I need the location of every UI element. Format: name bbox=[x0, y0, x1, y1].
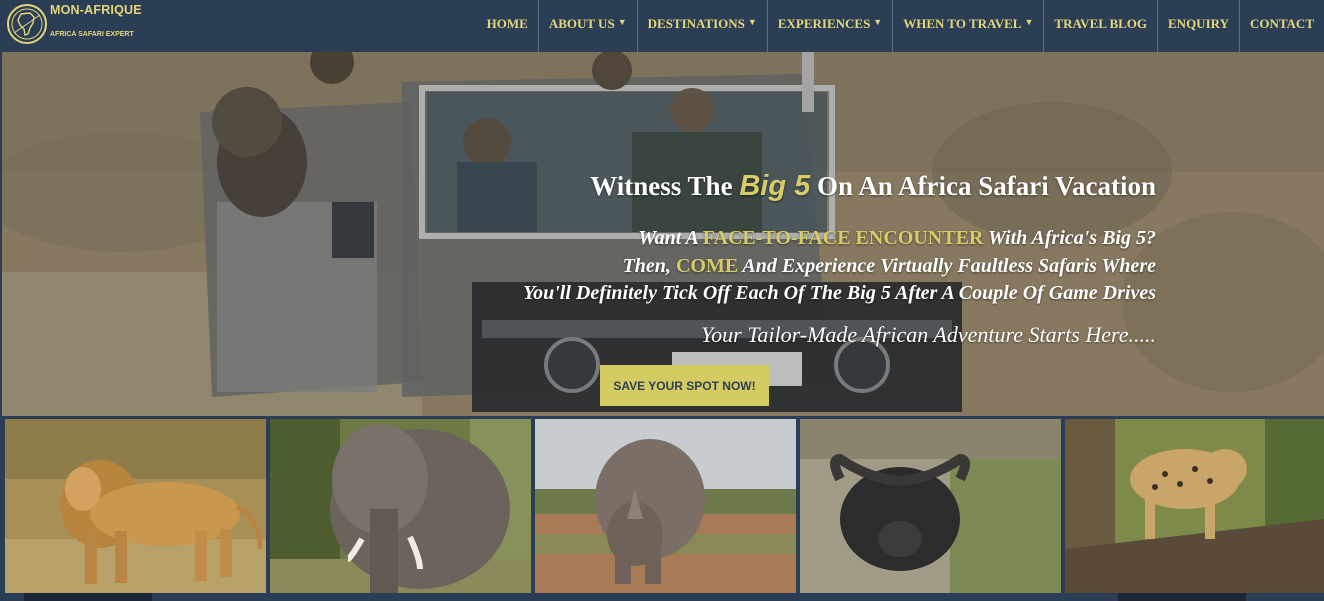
line-text: With Africa's Big 5? bbox=[983, 227, 1156, 249]
line-highlight: FACE-TO-FACE ENCOUNTER bbox=[702, 227, 984, 249]
hero-title-post: On An Africa Safari Vacation bbox=[810, 171, 1156, 201]
hero-line-1: Want A FACE-TO-FACE ENCOUNTER With Afric… bbox=[523, 225, 1156, 253]
nav-label: ABOUT US bbox=[548, 16, 615, 31]
nav-travel-blog[interactable]: TRAVEL BLOG bbox=[1043, 0, 1157, 52]
nav-about-us[interactable]: ABOUT US ▼ bbox=[537, 0, 637, 52]
africa-map-icon bbox=[7, 4, 47, 44]
hero-title-accent: Big 5 bbox=[739, 170, 811, 202]
save-your-spot-button[interactable]: SAVE YOUR SPOT NOW! bbox=[600, 365, 769, 406]
caret-down-icon: ▼ bbox=[747, 17, 757, 27]
nav-label: TRAVEL BLOG bbox=[1054, 16, 1148, 31]
nav-label: HOME bbox=[486, 16, 528, 31]
elephant-image[interactable] bbox=[270, 419, 531, 593]
lion-image[interactable] bbox=[5, 419, 266, 593]
buffalo-image[interactable] bbox=[800, 419, 1061, 593]
brand-tagline: AFRICA SAFARI EXPERT bbox=[50, 31, 134, 38]
line-text: Want A bbox=[638, 227, 703, 249]
hero-title-pre: Witness The bbox=[590, 171, 740, 201]
main-nav: HOME ABOUT US ▼ DESTINATIONS ▼ EXPERIENCES… bbox=[477, 0, 1324, 52]
brand-logo[interactable]: MON-AFRIQUE AFRICA SAFARI EXPERT bbox=[4, 0, 142, 48]
nav-label: CONTACT bbox=[1249, 16, 1314, 31]
caret-down-icon: ▼ bbox=[617, 17, 627, 27]
nav-label: ENQUIRY bbox=[1168, 16, 1229, 31]
nav-label: WHEN TO TRAVEL bbox=[903, 16, 1022, 31]
bottom-strip bbox=[1118, 593, 1246, 601]
nav-contact[interactable]: CONTACT bbox=[1238, 0, 1324, 52]
line-text: And Experience Virtually Faultless Safar… bbox=[738, 254, 1156, 277]
hero-title: Witness The Big 5 On An Africa Safari Va… bbox=[590, 170, 1156, 203]
nav-label: EXPERIENCES bbox=[777, 16, 871, 31]
nav-destinations[interactable]: DESTINATIONS ▼ bbox=[636, 0, 767, 52]
leopard-image[interactable] bbox=[1065, 419, 1324, 593]
line-text: Then, bbox=[622, 254, 676, 277]
caret-down-icon: ▼ bbox=[1024, 17, 1034, 27]
hero-line-2: Then, COME And Experience Virtually Faul… bbox=[523, 253, 1156, 281]
site-header: MON-AFRIQUE AFRICA SAFARI EXPERT HOME AB… bbox=[0, 0, 1324, 52]
hero-subtitle: Want A FACE-TO-FACE ENCOUNTER With Afric… bbox=[523, 225, 1156, 308]
nav-enquiry[interactable]: ENQUIRY bbox=[1157, 0, 1239, 52]
nav-label: DESTINATIONS bbox=[647, 16, 745, 31]
hero-banner: Witness The Big 5 On An Africa Safari Va… bbox=[2, 52, 1324, 416]
brand-name: MON-AFRIQUE bbox=[50, 3, 142, 17]
bottom-strip bbox=[24, 593, 152, 601]
nav-home[interactable]: HOME bbox=[477, 0, 538, 52]
nav-when-to-travel[interactable]: WHEN TO TRAVEL ▼ bbox=[892, 0, 1043, 52]
rhino-image[interactable] bbox=[535, 419, 796, 593]
hero-line-3: You'll Definitely Tick Off Each Of The B… bbox=[523, 282, 1156, 304]
hero-tagline: Your Tailor-Made African Adventure Start… bbox=[700, 322, 1156, 347]
big-five-gallery bbox=[2, 416, 1324, 601]
line-highlight: COME bbox=[675, 254, 739, 277]
caret-down-icon: ▼ bbox=[873, 17, 883, 27]
nav-experiences[interactable]: EXPERIENCES ▼ bbox=[766, 0, 892, 52]
